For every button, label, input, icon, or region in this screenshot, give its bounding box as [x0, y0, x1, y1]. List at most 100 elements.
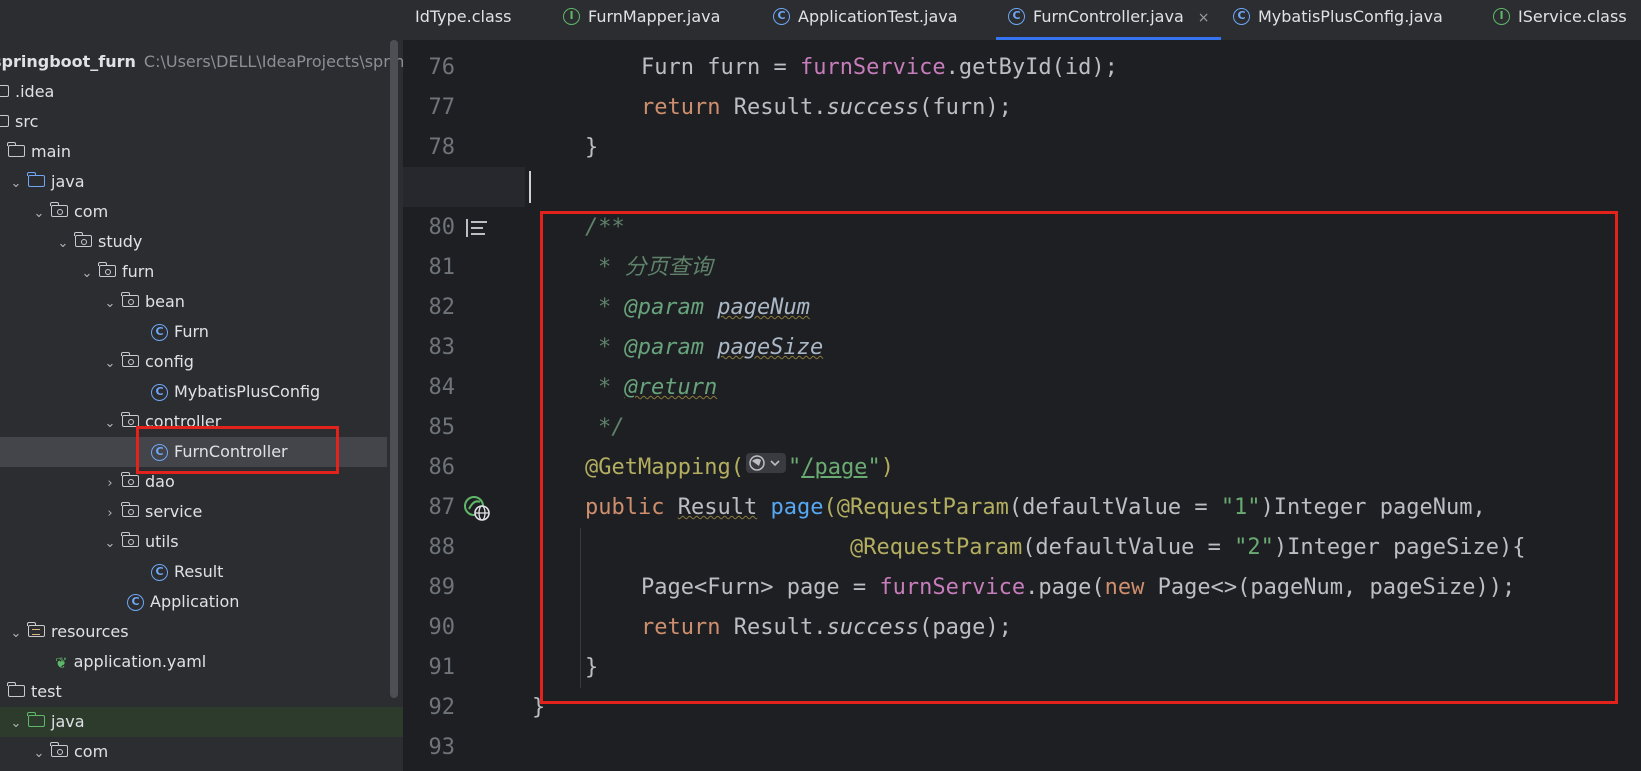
tree-scrollbar[interactable]: [390, 40, 398, 698]
tab-iservice-class[interactable]: I IService.class: [1493, 0, 1627, 40]
editor-gutter: 76 77 78 79 80 81 82 83 84 85 86 87 88 8…: [403, 40, 525, 771]
chevron-down-icon[interactable]: ⌄: [102, 409, 118, 439]
tree-item-label: Result: [174, 562, 224, 581]
tree-item-label: MybatisPlusConfig: [174, 382, 321, 401]
tree-item-utils[interactable]: ⌄ utils: [102, 527, 179, 557]
tree-item-furn[interactable]: ⌄ furn: [79, 257, 154, 287]
tree-item-label: furn: [122, 262, 155, 281]
test-folder-icon: [27, 712, 45, 727]
line-number: 93: [428, 735, 456, 760]
line-number: 76: [428, 55, 456, 80]
tree-item-label: service: [145, 502, 203, 521]
interface-icon: I: [1493, 7, 1510, 25]
chevron-down-icon[interactable]: ⌄: [79, 259, 95, 289]
class-icon: C: [1008, 7, 1025, 25]
tab-label: MybatisPlusConfig.java: [1258, 7, 1443, 26]
package-icon: [121, 292, 139, 307]
chevron-down-icon[interactable]: ⌄: [55, 229, 71, 259]
tree-item-furn-class[interactable]: C Furn: [151, 317, 209, 347]
tree-item-project-root[interactable]: springboot_furn C:\Users\DELL\IdeaProject…: [0, 47, 403, 77]
chevron-down-icon[interactable]: ⌄: [31, 199, 47, 229]
line-number: 84: [428, 375, 456, 400]
line-number: 91: [428, 655, 456, 680]
tab-label: FurnController.java: [1033, 7, 1184, 26]
close-icon[interactable]: ×: [1198, 10, 1210, 26]
class-icon: C: [151, 384, 168, 401]
project-path-label: C:\Users\DELL\IdeaProjects\springb: [143, 52, 403, 71]
package-icon: [121, 352, 139, 367]
package-icon: [121, 472, 139, 487]
chevron-down-icon[interactable]: ⌄: [8, 169, 24, 199]
chevron-right-icon[interactable]: ›: [102, 469, 118, 499]
class-icon: C: [151, 564, 168, 581]
highlight-box-code: [540, 211, 1618, 704]
web-endpoint-icon[interactable]: [463, 495, 493, 523]
line-number: 87: [428, 495, 456, 520]
highlight-box-furncontroller: [136, 426, 339, 474]
editor-tab-bar: IdType.class I FurnMapper.java C Applicati…: [403, 0, 1641, 41]
tab-mybatisplusconfig-java[interactable]: C MybatisPlusConfig.java: [1233, 0, 1443, 40]
class-icon: C: [773, 7, 790, 25]
chevron-down-icon[interactable]: ⌄: [8, 709, 24, 739]
tree-item-result[interactable]: C Result: [151, 557, 223, 587]
chevron-down-icon[interactable]: ⌄: [102, 349, 118, 379]
folder-icon: [7, 142, 25, 157]
chevron-down-icon[interactable]: ⌄: [102, 529, 118, 559]
code-line-76: Furn furn = furnService.getById(id);: [641, 48, 1118, 88]
spring-leaf-icon: ❦: [55, 653, 68, 672]
tree-item-bean[interactable]: ⌄ bean: [102, 287, 185, 317]
package-icon: [98, 262, 116, 277]
tree-item-label: com: [74, 202, 109, 221]
tab-label: FurnMapper.java: [588, 7, 721, 26]
text-caret: [529, 171, 531, 203]
tree-item-label: .idea: [15, 82, 55, 101]
tree-item-test[interactable]: test: [7, 677, 62, 707]
tree-item-com[interactable]: ⌄ com: [31, 197, 108, 227]
line-number: 90: [428, 615, 456, 640]
tree-item-label: application.yaml: [73, 652, 207, 671]
tree-item-label: springboot_furn: [0, 52, 136, 71]
tab-furncontroller-java[interactable]: C FurnController.java ×: [996, 0, 1221, 40]
project-tree-panel: springboot_furn C:\Users\DELL\IdeaProject…: [0, 0, 403, 771]
code-token: success: [826, 95, 920, 120]
tab-furnmapper-java[interactable]: I FurnMapper.java: [563, 0, 720, 40]
tree-item-test-com[interactable]: ⌄ com: [31, 737, 108, 767]
package-icon: [50, 202, 68, 217]
tree-item-application-yaml[interactable]: ❦ application.yaml: [55, 647, 206, 677]
folder-icon: [0, 82, 9, 97]
tree-item-application[interactable]: C Application: [127, 587, 239, 617]
package-icon: [121, 532, 139, 547]
tree-item-study[interactable]: ⌄ study: [55, 227, 142, 257]
tree-item-resources[interactable]: ⌄ resources: [8, 617, 129, 647]
tree-item-label: Furn: [174, 322, 209, 341]
tree-item-label: com: [74, 742, 109, 761]
chevron-down-icon[interactable]: ⌄: [31, 739, 47, 769]
line-number: 78: [428, 135, 456, 160]
folder-icon: [0, 112, 9, 127]
package-icon: [50, 742, 68, 757]
tree-item-idea[interactable]: .idea: [0, 77, 54, 107]
code-token: Result.: [720, 95, 827, 120]
tree-item-label: utils: [145, 532, 179, 551]
tab-idtype-class[interactable]: IdType.class: [415, 0, 511, 40]
package-icon: [74, 232, 92, 247]
tree-item-main[interactable]: main: [7, 137, 71, 167]
tree-item-src[interactable]: src: [0, 107, 38, 137]
code-token: .getById(id);: [945, 55, 1118, 80]
line-number: 82: [428, 295, 456, 320]
tree-item-label: config: [145, 352, 194, 371]
chevron-down-icon[interactable]: ⌄: [8, 619, 24, 649]
tree-item-test-java[interactable]: ⌄ java: [0, 707, 403, 737]
chevron-down-icon[interactable]: ⌄: [102, 289, 118, 319]
tree-item-config[interactable]: ⌄ config: [102, 347, 194, 377]
resources-folder-icon: [27, 622, 45, 637]
tree-item-service[interactable]: › service: [102, 497, 202, 527]
tab-applicationtest-java[interactable]: C ApplicationTest.java: [773, 0, 958, 40]
tree-item-java[interactable]: ⌄ java: [8, 167, 85, 197]
tree-item-label: java: [51, 172, 85, 191]
tree-item-mybatisplusconfig[interactable]: C MybatisPlusConfig: [151, 377, 320, 407]
class-icon: C: [151, 324, 168, 341]
chevron-right-icon[interactable]: ›: [102, 499, 118, 529]
interface-icon: I: [563, 7, 580, 25]
doc-render-icon[interactable]: [465, 218, 489, 238]
